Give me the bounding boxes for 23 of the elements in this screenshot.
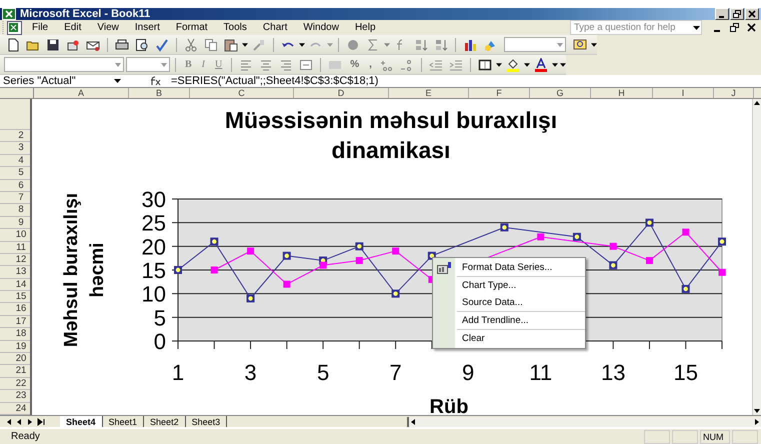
chart-title: Müəssisənin məhsul buraxılışı <box>224 107 558 133</box>
status-text: Ready <box>10 431 40 442</box>
axis-tick-label: 30 <box>142 187 166 212</box>
axis-tick-label: 5 <box>154 305 166 330</box>
window-title: Microsoft Excel - Book11 <box>20 8 150 20</box>
chart-title: dinamikası <box>332 137 450 163</box>
axis-tick-label: 15 <box>674 360 698 385</box>
axis-tick-label: 9 <box>462 360 474 385</box>
axis-tick-label: 10 <box>142 282 166 307</box>
axis-tick-label: 7 <box>389 360 402 385</box>
axis-tick-label: 25 <box>142 210 166 236</box>
axis-title: həcmi <box>87 242 108 298</box>
axis-tick-label: 3 <box>244 360 257 385</box>
axis-tick-label: 1 <box>172 360 184 385</box>
axis-tick-label: 0 <box>154 329 166 354</box>
axis-title: Məhsul buraxılışı <box>61 192 82 348</box>
axis-tick-label: 5 <box>316 360 330 385</box>
axis-tick-label: 11 <box>529 360 552 385</box>
axis-tick-label: 13 <box>600 360 626 385</box>
status-indicator: NUM <box>700 430 730 444</box>
axis-title: Rüb <box>430 396 468 415</box>
axis-tick-label: 15 <box>142 258 166 283</box>
axis-tick-label: 20 <box>142 234 166 260</box>
